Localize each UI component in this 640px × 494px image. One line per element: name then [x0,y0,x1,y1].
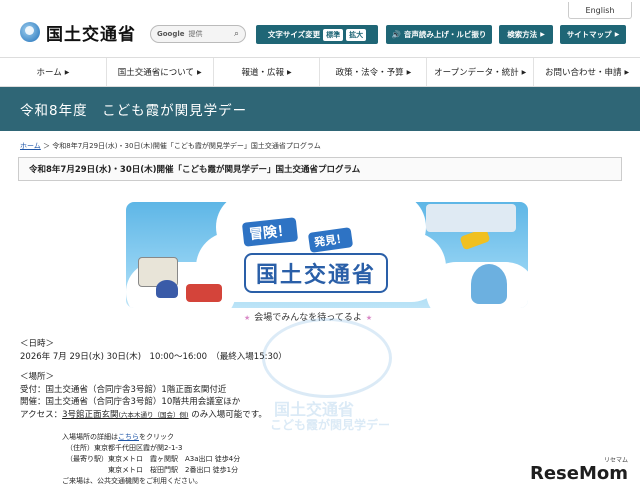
nav-item-opendata[interactable]: オープンデータ・統計 ▶ [427,58,535,86]
chevron-right-icon: ▶ [197,68,202,76]
resemom-watermark-logo: ReseMom リセマム [529,457,628,484]
nav-label: お問い合わせ・申請 [544,68,622,78]
schedule-heading: ＜日時＞ [20,339,55,349]
nav-item-policy[interactable]: 政策・法令・予算 ▶ [320,58,428,86]
details-line: 入場場所の詳細はこちらをクリック [62,432,240,443]
details-suffix: をクリック [139,433,174,441]
nav-label: 報道・広報 [241,68,285,78]
event-sign: 冒険！ 発見！ 国土交通省 [229,208,399,293]
nav-item-press[interactable]: 報道・広報 ▶ [214,58,321,86]
global-nav: ホーム ▶ 国土交通省について ▶ 報道・広報 ▶ 政策・法令・予算 ▶ オープンデータ… [0,57,640,87]
breadcrumb-home-link[interactable]: ホーム [20,142,41,150]
transport-note: ご来場は、公共交通機関をご利用ください。 [62,477,202,485]
address-line: （住所）東京都千代田区霞が関2-1-3 [66,444,183,452]
chevron-right-icon: ▶ [64,68,70,76]
search-icon[interactable]: ⌕ [234,29,239,39]
event-details: ＜日時＞ 2026年 7月 29日(水) 30日(木) 10:00～16:00 … [20,338,287,421]
search-method-label: 検索方法 [507,30,538,39]
ministry-sign: 国土交通省 [244,253,389,293]
resemom-name: ReseMom [529,463,628,484]
adventure-bubble: 冒険！ [239,215,301,249]
page-title: 令和8年7月29日(水)・30日(木)開催「こども霞が関見学デー」国土交通省プロ… [18,157,622,181]
nav-item-contact[interactable]: お問い合わせ・申請 ▶ [534,58,640,86]
breadcrumb: ホーム ＞ 令和8年7月29日(水)・30日(木)開催「こども霞が関見学デー」国… [20,141,321,151]
ministry-logo[interactable]: 国土交通省 [20,18,136,46]
access-suffix: のみ入場可能です。 [188,409,267,420]
chevron-right-icon: ▶ [521,68,527,76]
station2-line: 東京メトロ 桜田門駅 2番出口 徒歩1分 [66,466,239,474]
schedule-text: 2026年 7月 29日(水) 30日(木) 10:00～16:00 （最終入場… [20,351,287,362]
chevron-right-icon: ▶ [624,68,630,76]
banner-title: 令和8年度 こども霞が関見学デー [20,103,248,119]
sitemap-button[interactable]: サイトマップ ▶ [560,25,626,44]
chevron-right-icon: ▶ [614,31,620,38]
access-small: (六本木通り（国会）側) [118,410,189,419]
read-aloud-button[interactable]: 🔊 音声読み上げ・ルビ振り [386,25,492,44]
language-button[interactable]: English [568,2,632,19]
star-icon: ★ [244,314,251,322]
nav-label: オープンデータ・統計 [434,68,519,78]
station1-line: （最寄り駅）東京メトロ 霞ヶ関駅 A3a出口 徒歩4分 [66,455,241,463]
text-size-standard-button[interactable]: 標準 [323,28,344,41]
access-prefix: アクセス： [20,409,63,420]
ministry-emblem-icon [20,22,40,42]
venue-subdetails: 入場場所の詳細はこちらをクリック （住所）東京都千代田区霞が関2-1-3 （最寄… [62,432,240,487]
search-input[interactable]: Google 提供 ⌕ [150,25,246,43]
chevron-right-icon: ▶ [406,68,412,76]
venue-hall: 開催：国土交通省（合同庁舎3号館）10階共用会議室ほか [20,397,241,407]
search-method-button[interactable]: 検索方法 ▶ [499,25,553,44]
chevron-right-icon: ▶ [287,68,292,76]
discovery-bubble: 発見！ [305,224,356,256]
event-hero-illustration: 冒険！ 発見！ 国土交通省 [126,202,528,308]
text-size-label: 文字サイズ変更 [267,30,321,39]
nav-item-about[interactable]: 国土交通省について ▶ [107,58,214,86]
venue-heading: ＜場所＞ [20,372,55,382]
speaker-icon: 🔊 [391,30,401,39]
nav-label: ホーム [36,68,62,78]
logo-text: 国土交通省 [46,24,136,45]
search-placeholder: 提供 [188,30,203,38]
breadcrumb-current: ＞ 令和8年7月29日(水)・30日(木)開催「こども霞が関見学デー」国土交通省… [43,142,321,150]
google-label: Google [157,30,185,38]
text-size-control: 文字サイズ変更 標準 拡大 [256,25,378,44]
chevron-right-icon: ▶ [540,31,545,38]
nav-label: 政策・法令・予算 [335,68,404,78]
read-aloud-label: 音声読み上げ・ルビ振り [403,30,487,39]
details-link[interactable]: こちら [118,433,139,441]
nav-label: 国土交通省について [117,68,195,78]
details-prefix: 入場場所の詳細は [62,433,118,441]
access-main: 3号館正面玄関 [62,409,119,420]
venue-access: アクセス：3号館正面玄関(六本木通り（国会）側) のみ入場可能です。 [20,409,287,422]
sitemap-label: サイトマップ [566,30,612,39]
watermark-line2: こども霞が関見学デー [270,418,391,432]
nav-item-home[interactable]: ホーム ▶ [0,58,107,86]
page-banner: 令和8年度 こども霞が関見学デー [0,87,640,131]
resemom-kana: リセマム [603,457,628,464]
venue-reception: 受付：国土交通省（合同庁舎3号館）1階正面玄関付近 [20,384,227,395]
text-size-large-button[interactable]: 拡大 [346,28,367,41]
